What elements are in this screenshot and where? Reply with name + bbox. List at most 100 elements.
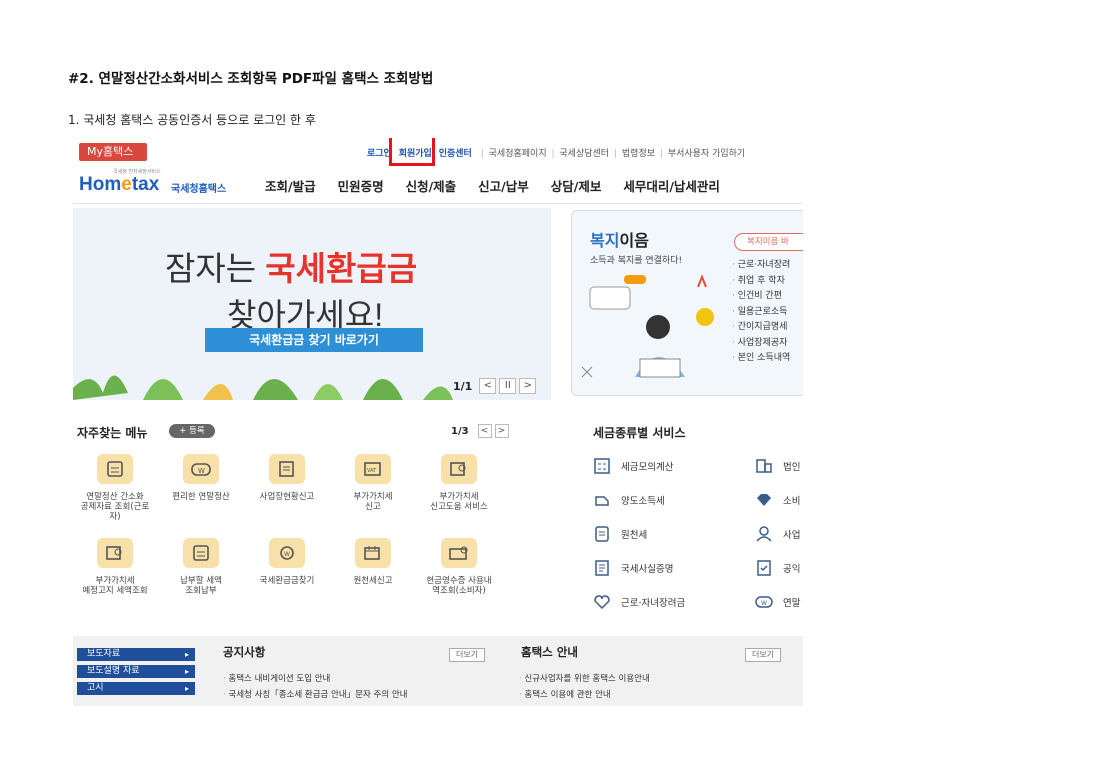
menu-label: 부가가치세 신고 (353, 492, 393, 512)
welfare-item[interactable]: 취업 후 학자 (732, 273, 790, 289)
nav-consult[interactable]: 상담/제보 (551, 176, 602, 195)
diamond-icon (753, 490, 775, 510)
svc-tax-certificate[interactable]: 국세사실증명 (591, 558, 673, 578)
my-hometax-button[interactable]: My홈택스 (79, 143, 147, 161)
divider: | (659, 149, 663, 159)
receipt-icon (441, 538, 477, 568)
menu-yearend-deduction[interactable]: 연말정산 간소화 공제자료 조회(근로 자) (73, 454, 159, 522)
refund-banner[interactable]: 잠자는 국세환급금 찾아가세요! 국세환급금 찾기 바로가기 1/1 < II … (73, 208, 551, 400)
menu-tax-payment[interactable]: 납부할 세액 조회납부 (157, 538, 245, 596)
welfare-item[interactable]: 본인 소득내역 (732, 350, 791, 366)
site-header: 국세청 전자세정서비스 Hometax 국세청홈택스 조회/발급 민원증명 신청… (73, 166, 803, 204)
svc-capital-gains[interactable]: 양도소득세 (591, 490, 665, 510)
hometax-logo[interactable]: 국세청 전자세정서비스 Hometax 국세청홈택스 (77, 168, 242, 198)
guide-item[interactable]: 신규사업자를 위한 홈택스 이용안내 (519, 672, 649, 684)
banner-prev-button[interactable]: < (479, 378, 497, 394)
util-link-nts[interactable]: 국세청홈페이지 (489, 149, 547, 159)
press-explanation-link[interactable]: 보도설명 자료 (77, 665, 195, 678)
svc-tax-simulator[interactable]: 세금모의계산 (591, 456, 673, 476)
banner-pager: 1/1 < II > (453, 378, 537, 394)
main-nav: 조회/발급 민원증명 신청/제출 신고/납부 상담/제보 세무대리/납세관리 (265, 176, 720, 195)
search-doc-icon (441, 454, 477, 484)
welfare-item[interactable]: 근로·자녀장려 (732, 257, 791, 273)
notice-item[interactable]: 홈택스 내비게이션 도입 안내 (223, 672, 330, 684)
nav-inquiry[interactable]: 조회/발급 (265, 176, 316, 195)
tax-services-title: 세금종류별 서비스 (593, 426, 686, 440)
menu-withholding-filing[interactable]: 원천세신고 (329, 538, 417, 586)
svc-label: 소비 (783, 496, 801, 507)
welfare-list: 근로·자녀장려 취업 후 학자 인건비 간편 일용근로소득 간이지급명세 사업장… (732, 257, 791, 366)
util-link-dept[interactable]: 부서사용자 가입하기 (668, 149, 745, 159)
doc-step-1: 1. 국세청 홈택스 공동인증서 등으로 로그인 한 후 (68, 113, 316, 127)
welfare-title-part: 복지 (590, 231, 620, 250)
calculator-icon (591, 456, 613, 476)
banner-next-button[interactable]: > (519, 378, 537, 394)
svc-earned-income-credit[interactable]: 근로·자녀장려금 (591, 592, 685, 612)
welfare-item[interactable]: 간이지급명세 (732, 319, 790, 335)
banner-highlight-text: 국세환급금 (265, 250, 418, 287)
logo-part: e (121, 174, 132, 195)
hometax-screenshot: My홈택스 로그인 회원가입 인증센터 | 국세청홈페이지 | 국세상담센터 |… (73, 138, 803, 706)
notice-item[interactable]: 국세청 사칭「종소세 환급금 안내」문자 주의 안내 (223, 688, 407, 700)
welfare-title: 복지이음 (590, 227, 649, 251)
menu-label: 부가가치세 신고도움 서비스 (430, 492, 488, 512)
welfare-illustration-icon (581, 274, 714, 378)
logo-subtitle: 국세청홈택스 (171, 184, 227, 195)
welfare-item[interactable]: 인건비 간편 (732, 288, 790, 304)
notice-more-button[interactable]: 더보기 (449, 648, 485, 662)
svg-text:VAT: VAT (367, 468, 377, 474)
frequent-menu-title: 자주찾는 메뉴 (77, 426, 148, 440)
guide-title: 홈택스 안내 (521, 645, 578, 659)
notice-title: 공지사항 (223, 645, 266, 659)
menu-label: 국세환급금찾기 (259, 576, 315, 586)
footer-area: 보도자료 보도설명 자료 고시 공지사항 더보기 홈택스 내비게이션 도입 안내… (73, 636, 803, 706)
cert-center-link[interactable]: 인증센터 (439, 149, 472, 159)
nav-application[interactable]: 신청/제출 (406, 176, 457, 195)
menu-refund-search[interactable]: W 국세환급금찾기 (243, 538, 331, 586)
frequent-next-button[interactable]: > (494, 424, 509, 438)
svc-corporate[interactable]: 법인 (753, 456, 800, 476)
svc-public-interest[interactable]: 공익 (753, 558, 800, 578)
notice-gov-link[interactable]: 고시 (77, 682, 195, 695)
svc-label: 원천세 (621, 530, 648, 541)
menu-vat-help[interactable]: 부가가치세 신고도움 서비스 (415, 454, 503, 512)
welfare-item[interactable]: 일용근로소득 (732, 304, 790, 320)
heart-icon (591, 592, 613, 612)
menu-label: 현금영수증 사용내 역조회(소비자) (426, 576, 492, 596)
nav-agent[interactable]: 세무대리/납세관리 (623, 176, 720, 195)
svc-yearend[interactable]: W 연말 (753, 592, 800, 612)
press-release-link[interactable]: 보도자료 (77, 648, 195, 661)
svc-label: 사업 (783, 530, 801, 541)
refund-icon: W (269, 538, 305, 568)
menu-business-status[interactable]: 사업장현황신고 (243, 454, 331, 502)
frequent-prev-button[interactable]: < (477, 424, 492, 438)
guide-more-button[interactable]: 더보기 (745, 648, 781, 662)
menu-cash-receipt[interactable]: 현금영수증 사용내 역조회(소비자) (415, 538, 503, 596)
menu-vat-filing[interactable]: VAT 부가가치세 신고 (329, 454, 417, 512)
welfare-panel: 복지이음 소득과 복지를 연결하다! 복지이음 바 근로·자녀장려 취업 후 학… (571, 210, 803, 396)
calendar-edit-icon (355, 538, 391, 568)
nav-certificate[interactable]: 민원증명 (338, 176, 384, 195)
frequent-add-button[interactable]: + 등록 (169, 424, 215, 438)
util-link-consult[interactable]: 국세상담센터 (559, 149, 609, 159)
svc-consumption[interactable]: 소비 (753, 490, 800, 510)
svc-label: 양도소득세 (621, 496, 665, 507)
guide-item[interactable]: 홈택스 이용에 관한 안내 (519, 688, 610, 700)
svc-withholding[interactable]: 원천세 (591, 524, 647, 544)
svc-business[interactable]: 사업 (753, 524, 800, 544)
welfare-item[interactable]: 사업장제공자 (732, 335, 790, 351)
welfare-shortcut-button[interactable]: 복지이음 바 (734, 233, 803, 251)
svc-label: 국세사실증명 (621, 564, 674, 575)
banner-text: 잠자는 (165, 250, 266, 287)
menu-vat-preliminary[interactable]: 부가가치세 예정고지 세액조회 (73, 538, 159, 596)
wallet-icon: W (753, 592, 775, 612)
banner-line-1: 잠자는 국세환급금 (165, 242, 417, 290)
refund-search-button[interactable]: 국세환급금 찾기 바로가기 (205, 328, 423, 352)
menu-label: 사업장현황신고 (259, 492, 315, 502)
banner-pause-button[interactable]: II (499, 378, 517, 394)
nav-filing[interactable]: 신고/납부 (478, 176, 529, 195)
menu-easy-yearend[interactable]: W 편리한 연말정산 (157, 454, 245, 502)
utility-bar: My홈택스 로그인 회원가입 인증센터 | 국세청홈페이지 | 국세상담센터 |… (73, 138, 803, 166)
util-link-law[interactable]: 법령정보 (622, 149, 655, 159)
svg-text:W: W (761, 600, 767, 607)
